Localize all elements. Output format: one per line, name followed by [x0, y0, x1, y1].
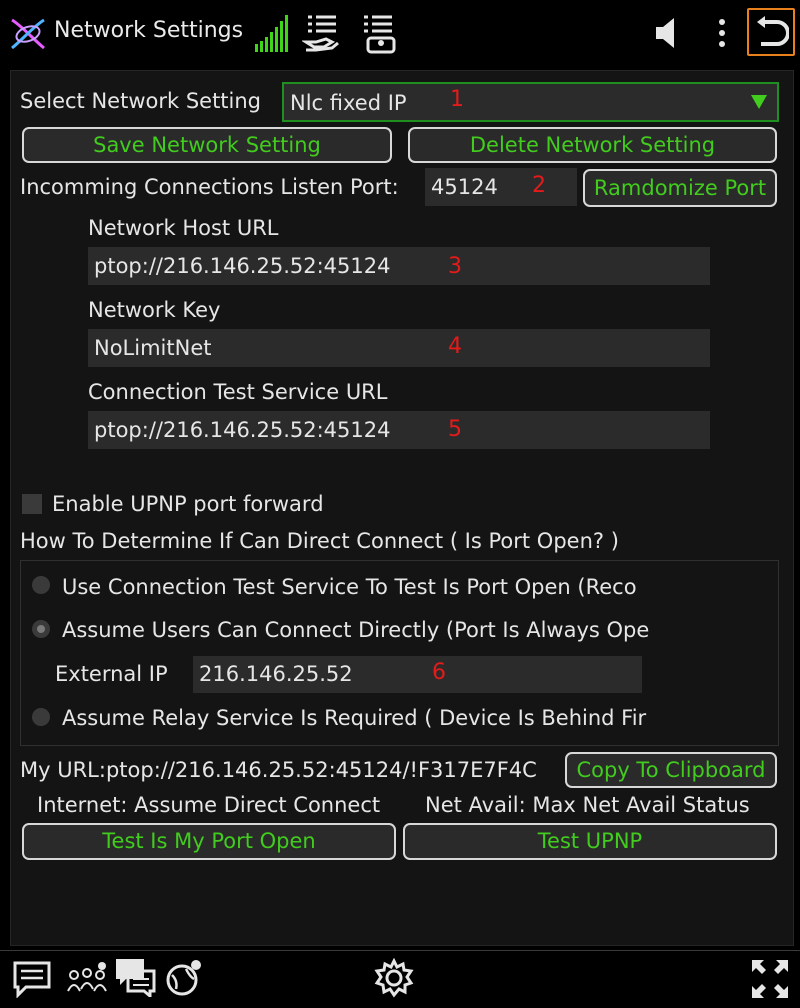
- test-service-url-input[interactable]: ptop://216.146.25.52:45124: [88, 411, 710, 449]
- radio-assume-direct[interactable]: [32, 620, 50, 638]
- external-ip-input[interactable]: 216.146.25.52: [193, 656, 642, 693]
- messages-icon[interactable]: [114, 957, 156, 997]
- internet-status: Internet: Assume Direct Connect: [37, 793, 381, 817]
- host-url-input[interactable]: ptop://216.146.25.52:45124: [88, 247, 710, 285]
- speaker-icon[interactable]: [654, 16, 680, 50]
- upnp-checkbox[interactable]: [22, 494, 42, 514]
- marker-5: 5: [448, 417, 462, 442]
- network-key-input[interactable]: NoLimitNet: [88, 329, 710, 367]
- option-use-test-service-label: Use Connection Test Service To Test Is P…: [62, 575, 637, 599]
- bottom-bar: [0, 950, 800, 1008]
- chat-icon[interactable]: [12, 960, 52, 998]
- people-icon[interactable]: [66, 961, 108, 995]
- list-hand-icon[interactable]: [302, 12, 342, 54]
- app-logo-icon: [11, 18, 45, 50]
- marker-6: 6: [432, 660, 446, 685]
- back-button[interactable]: [747, 8, 795, 56]
- test-service-url-label: Connection Test Service URL: [88, 380, 388, 404]
- settings-gear-icon[interactable]: [374, 958, 414, 998]
- listen-port-input[interactable]: 45124: [425, 168, 577, 206]
- fullscreen-icon[interactable]: [750, 958, 790, 1000]
- dropdown-arrow-icon: [751, 95, 767, 109]
- selected-setting-value: Nlc fixed IP: [290, 91, 407, 115]
- listen-port-label: Incomming Connections Listen Port:: [20, 175, 399, 199]
- delete-network-setting-button[interactable]: Delete Network Setting: [408, 127, 777, 163]
- option-assume-direct-label: Assume Users Can Connect Directly (Port …: [62, 618, 650, 642]
- randomize-port-button[interactable]: Ramdomize Port: [583, 169, 777, 207]
- direct-connect-heading: How To Determine If Can Direct Connect (…: [20, 529, 619, 553]
- save-network-setting-button[interactable]: Save Network Setting: [22, 127, 392, 163]
- globe-person-icon[interactable]: [164, 959, 204, 997]
- upnp-label: Enable UPNP port forward: [52, 492, 324, 516]
- net-avail-status: Net Avail: Max Net Avail Status: [425, 793, 750, 817]
- marker-4: 4: [448, 334, 462, 359]
- test-port-open-button[interactable]: Test Is My Port Open: [22, 823, 396, 860]
- network-key-label: Network Key: [88, 298, 221, 322]
- external-ip-label: External IP: [55, 662, 168, 686]
- page-title: Network Settings: [54, 18, 244, 43]
- list-person-icon[interactable]: [360, 12, 400, 54]
- marker-2: 2: [532, 173, 546, 198]
- option-relay-required-label: Assume Relay Service Is Required ( Devic…: [62, 706, 647, 730]
- marker-3: 3: [448, 254, 462, 279]
- network-setting-select[interactable]: Nlc fixed IP: [282, 82, 779, 122]
- top-bar: Network Settings: [0, 0, 800, 68]
- radio-relay-required[interactable]: [32, 708, 50, 726]
- copy-to-clipboard-button[interactable]: Copy To Clipboard: [565, 752, 777, 788]
- my-url-label: My URL:: [20, 758, 106, 782]
- select-network-label: Select Network Setting: [20, 89, 262, 113]
- radio-use-test-service[interactable]: [32, 576, 50, 594]
- back-icon: [757, 16, 789, 46]
- host-url-label: Network Host URL: [88, 216, 279, 240]
- test-upnp-button[interactable]: Test UPNP: [403, 823, 777, 860]
- my-url-value: ptop://216.146.25.52:45124/!F317E7F4C: [105, 758, 537, 782]
- marker-1: 1: [450, 87, 464, 112]
- more-vertical-icon[interactable]: [716, 18, 728, 48]
- my-url-text: My URL:ptop://216.146.25.52:45124/!F317E…: [20, 758, 562, 782]
- signal-bars-icon: [255, 15, 288, 52]
